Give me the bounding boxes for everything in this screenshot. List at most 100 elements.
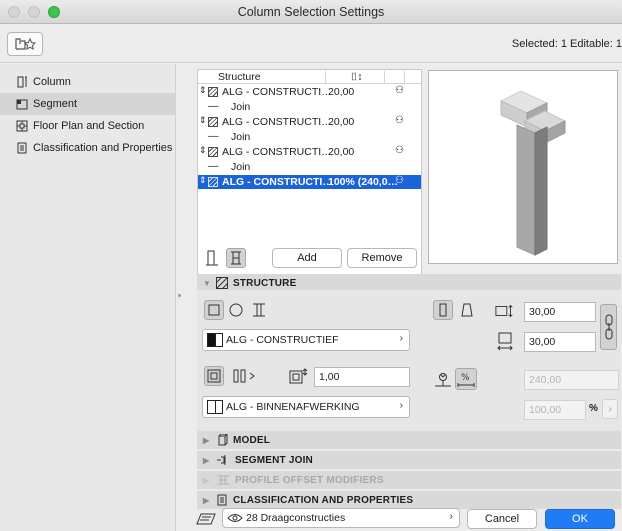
join-name: Join xyxy=(231,131,251,143)
core-material-dropdown[interactable]: ALG - CONSTRUCTIEF › xyxy=(202,329,410,351)
percent-input[interactable]: 100,00 xyxy=(524,400,586,420)
chevron-right-icon: › xyxy=(449,511,453,522)
veneer-material-dropdown[interactable]: ALG - BINNENAFWERKING › xyxy=(202,396,410,418)
ok-button[interactable]: OK xyxy=(545,509,615,529)
dropdown-value: ALG - BINNENAFWERKING xyxy=(226,401,360,413)
veneer-type-button[interactable] xyxy=(231,366,265,386)
percent-height-icon: % xyxy=(457,373,475,387)
segment-name: ALG - CONSTRUCTI… xyxy=(222,116,332,128)
favorites-button[interactable] xyxy=(7,32,43,56)
sidebar-item-floor-plan[interactable]: Floor Plan and Section xyxy=(0,115,176,137)
veneer-core-button[interactable] xyxy=(204,366,224,386)
structure-panel: ALG - CONSTRUCTIEF › 1,00 ALG - BINNENAF… xyxy=(197,290,621,438)
model-icon xyxy=(218,434,228,446)
section-title: STRUCTURE xyxy=(233,277,297,289)
profile-shape-button[interactable] xyxy=(249,300,269,320)
material-swatch-icon xyxy=(207,400,223,414)
collapse-arrow-icon: ▶ xyxy=(203,495,210,505)
width-input[interactable]: 30,00 xyxy=(524,302,596,322)
rectangular-shape-button[interactable] xyxy=(204,300,224,320)
visibility-icon[interactable]: ⚇ xyxy=(395,145,404,156)
column-header-dimension: ⌷↕ xyxy=(351,71,363,83)
layers-icon xyxy=(196,513,216,525)
favorites-icon xyxy=(15,37,36,50)
add-button[interactable]: Add xyxy=(272,248,342,268)
fill-pattern-icon xyxy=(208,147,218,157)
sidebar-item-label: Segment xyxy=(33,98,78,110)
sidebar: Column Segment Floor Plan and Section Cl… xyxy=(0,64,176,531)
column-mode-button[interactable] xyxy=(202,248,222,268)
segment-name: ALG - CONSTRUCTI… xyxy=(222,146,332,158)
tapered-column-button[interactable] xyxy=(457,300,477,320)
3d-preview[interactable] xyxy=(428,70,618,264)
section-model-header[interactable]: ▶ MODEL xyxy=(197,431,621,449)
vertical-column-button[interactable] xyxy=(433,300,453,320)
depth-icon-holder xyxy=(495,332,515,352)
sidebar-item-column[interactable]: Column xyxy=(0,71,176,93)
sidebar-item-label: Classification and Properties xyxy=(33,142,173,154)
visibility-icon[interactable]: ⚇ xyxy=(395,115,404,126)
layer-dropdown[interactable]: 28 Draagconstructies › xyxy=(222,508,460,528)
splitter-handle[interactable] xyxy=(178,294,181,297)
join-name: Join xyxy=(231,161,251,173)
chevron-right-icon: › xyxy=(399,333,403,344)
drag-handle-icon[interactable]: ⇕ xyxy=(199,175,207,186)
join-line-icon: — xyxy=(208,160,219,172)
join-line-icon: — xyxy=(208,130,219,142)
column-shape-icon xyxy=(206,250,218,266)
height-input[interactable]: 240,00 xyxy=(524,370,619,390)
visibility-icon[interactable]: ⚇ xyxy=(395,175,404,186)
header-divider xyxy=(325,71,326,83)
svg-text:%: % xyxy=(461,373,470,383)
column-header-structure: Structure xyxy=(218,71,261,83)
height-anchor-button[interactable] xyxy=(433,370,453,390)
dropdown-value: ALG - CONSTRUCTIEF xyxy=(226,334,339,346)
layer-settings-button[interactable] xyxy=(196,509,216,529)
window-title: Column Selection Settings xyxy=(237,5,385,19)
chevron-right-icon: › xyxy=(399,400,403,411)
drag-handle-icon[interactable]: ⇕ xyxy=(199,115,207,126)
drag-handle-icon[interactable]: ⇕ xyxy=(199,85,207,96)
list-item[interactable]: ⇕ ALG - CONSTRUCTI… 20,00 ⚇ xyxy=(198,145,421,159)
list-item-selected[interactable]: ⇕ ALG - CONSTRUCTI… 100% (240,0… ⚇ xyxy=(198,175,421,189)
collapse-arrow-icon: ▶ xyxy=(203,455,210,465)
circular-shape-button[interactable] xyxy=(226,300,246,320)
sidebar-item-label: Floor Plan and Section xyxy=(33,120,145,132)
list-item[interactable]: — Join xyxy=(198,160,421,174)
segment-mode-button[interactable] xyxy=(226,248,246,268)
veneer-thickness-icon-btn xyxy=(289,366,309,386)
header-divider xyxy=(384,71,385,83)
list-item[interactable]: ⇕ ALG - CONSTRUCTI… 20,00 ⚇ xyxy=(198,85,421,99)
header-divider xyxy=(404,71,405,83)
segmented-column-icon xyxy=(231,251,241,265)
remove-button[interactable]: Remove xyxy=(347,248,417,268)
sidebar-item-classification[interactable]: Classification and Properties xyxy=(0,137,176,159)
drag-handle-icon[interactable]: ⇕ xyxy=(199,145,207,156)
title-bar: Column Selection Settings xyxy=(0,0,622,24)
percent-menu-button[interactable]: › xyxy=(602,399,618,419)
link-dimensions-button[interactable] xyxy=(600,304,617,350)
list-item[interactable]: — Join xyxy=(198,100,421,114)
join-name: Join xyxy=(231,101,251,113)
section-segment-join-header[interactable]: ▶ SEGMENT JOIN xyxy=(197,451,621,469)
veneer-thickness-icon xyxy=(289,368,308,384)
veneer-thickness-input[interactable]: 1,00 xyxy=(314,367,410,387)
material-swatch-icon xyxy=(207,333,223,347)
cancel-button[interactable]: Cancel xyxy=(467,509,537,529)
section-title: CLASSIFICATION AND PROPERTIES xyxy=(233,494,414,506)
list-item[interactable]: — Join xyxy=(198,130,421,144)
section-profile-offset-header[interactable]: ▶ PROFILE OFFSET MODIFIERS xyxy=(197,471,621,489)
fill-pattern-icon xyxy=(208,117,218,127)
depth-input[interactable]: 30,00 xyxy=(524,332,596,352)
section-title: PROFILE OFFSET MODIFIERS xyxy=(235,474,384,486)
section-title: MODEL xyxy=(233,434,271,446)
list-item[interactable]: ⇕ ALG - CONSTRUCTI… 20,00 ⚇ xyxy=(198,115,421,129)
classification-icon xyxy=(17,142,27,154)
collapse-arrow-icon: ▶ xyxy=(203,475,210,485)
sidebar-item-segment[interactable]: Segment xyxy=(0,93,176,115)
segment-value: 20,00 xyxy=(328,116,355,128)
percent-height-button[interactable]: % xyxy=(455,368,477,390)
floor-plan-icon xyxy=(16,120,28,132)
visibility-icon[interactable]: ⚇ xyxy=(395,85,404,96)
section-title: SEGMENT JOIN xyxy=(235,454,313,466)
